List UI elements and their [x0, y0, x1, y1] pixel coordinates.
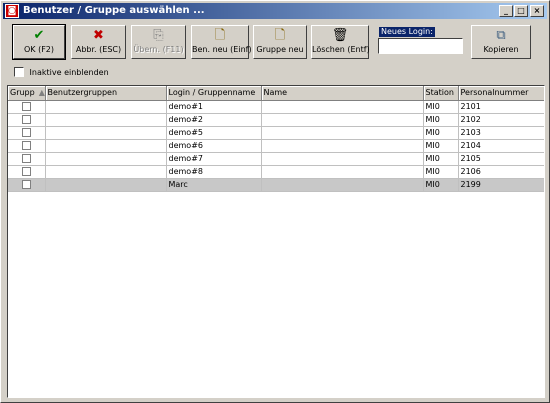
cell-personnel-number[interactable]: 2106 [458, 165, 544, 179]
cell-personnel-number[interactable]: 2101 [458, 100, 544, 114]
cell-name[interactable] [261, 139, 424, 153]
table-row[interactable]: Marc MI0 2199 [8, 178, 544, 192]
cancel-button[interactable]: ✖ Abbr. (ESC) [71, 25, 126, 59]
cell-usergroups[interactable] [45, 113, 167, 127]
cell-name[interactable] [261, 113, 424, 127]
cell-station[interactable]: MI0 [423, 139, 459, 153]
table-row[interactable]: demo#2 MI0 2102 [8, 113, 544, 127]
cell-station[interactable]: MI0 [423, 100, 459, 114]
maximize-button[interactable]: □ [514, 5, 528, 17]
column-header-login[interactable]: Login / Gruppenname [166, 86, 262, 101]
copy-button[interactable]: ⧉ Kopieren [471, 25, 531, 59]
group-checkbox[interactable] [8, 100, 46, 114]
group-checkbox[interactable] [8, 126, 46, 140]
transfer-icon: ⎘ [153, 28, 164, 43]
new-login-input[interactable] [378, 38, 463, 54]
column-header-station[interactable]: Station [423, 86, 459, 101]
group-checkbox-box[interactable] [21, 180, 31, 189]
cell-login[interactable]: demo#2 [166, 113, 262, 127]
column-header-group[interactable]: Grupp ▲ [8, 86, 46, 101]
cell-login[interactable]: Marc [166, 178, 262, 192]
column-header-name[interactable]: Name [261, 86, 424, 101]
dialog-window: ◙ Benutzer / Gruppe auswählen ... _ □ × … [0, 0, 550, 403]
cell-usergroups[interactable] [45, 126, 167, 140]
show-inactive-row: Inaktive einblenden [14, 67, 109, 79]
group-checkbox-box[interactable] [21, 102, 31, 111]
cell-station[interactable]: MI0 [423, 113, 459, 127]
ok-button[interactable]: ✔ OK (F2) [12, 24, 66, 60]
show-inactive-checkbox[interactable] [14, 67, 24, 77]
table-row[interactable]: demo#7 MI0 2105 [8, 152, 544, 166]
cross-icon: ✖ [93, 28, 104, 43]
transfer-button[interactable]: ⎘ Übern. (F11) [131, 25, 186, 59]
title-bar: ◙ Benutzer / Gruppe auswählen ... _ □ × [3, 3, 547, 19]
cell-name[interactable] [261, 178, 424, 192]
table-row[interactable]: demo#5 MI0 2103 [8, 126, 544, 140]
cell-usergroups[interactable] [45, 139, 167, 153]
checkmark-icon: ✔ [33, 28, 45, 43]
trash-icon: 🗑 [331, 28, 349, 43]
delete-button[interactable]: 🗑 Löschen (Entf) [311, 25, 370, 59]
new-login-label: Neues Login: [379, 27, 435, 37]
group-checkbox-box[interactable] [21, 167, 31, 176]
new-group-button[interactable]: 🗋 Gruppe neu [253, 25, 307, 59]
cell-login[interactable]: demo#1 [166, 100, 262, 114]
close-button[interactable]: × [530, 5, 544, 17]
cell-name[interactable] [261, 152, 424, 166]
cell-login[interactable]: demo#5 [166, 126, 262, 140]
cell-usergroups[interactable] [45, 178, 167, 192]
table-row[interactable]: demo#1 MI0 2101 [8, 100, 544, 114]
table-row[interactable]: demo#8 MI0 2106 [8, 165, 544, 179]
group-checkbox-box[interactable] [21, 128, 31, 137]
cell-station[interactable]: MI0 [423, 126, 459, 140]
show-inactive-label: Inaktive einblenden [29, 67, 109, 77]
new-document-icon: 🗋 [274, 28, 286, 43]
group-checkbox-box[interactable] [21, 154, 31, 163]
copy-users-icon: ⧉ [496, 28, 506, 43]
new-document-icon: 🗋 [214, 28, 226, 43]
sort-up-icon: ▲ [38, 88, 45, 98]
cell-usergroups[interactable] [45, 100, 167, 114]
cell-personnel-number[interactable]: 2102 [458, 113, 544, 127]
cell-personnel-number[interactable]: 2103 [458, 126, 544, 140]
new-user-button[interactable]: 🗋 Ben. neu (Einf) [191, 25, 252, 59]
cell-personnel-number[interactable]: 2105 [458, 152, 544, 166]
column-header-personnel-number[interactable]: Personalnummer [458, 86, 544, 101]
minimize-button[interactable]: _ [499, 5, 513, 17]
group-checkbox[interactable] [8, 113, 46, 127]
app-icon[interactable]: ◙ [5, 4, 19, 18]
group-checkbox-box[interactable] [21, 141, 31, 150]
group-checkbox-box[interactable] [21, 115, 31, 124]
group-checkbox[interactable] [8, 152, 46, 166]
cell-login[interactable]: demo#7 [166, 152, 262, 166]
users-table: Grupp ▲ Benutzergruppen Login / Gruppenna… [7, 85, 545, 398]
cell-usergroups[interactable] [45, 165, 167, 179]
group-checkbox[interactable] [8, 139, 46, 153]
table-header: Grupp ▲ Benutzergruppen Login / Gruppenna… [8, 86, 544, 101]
cell-name[interactable] [261, 165, 424, 179]
cell-personnel-number[interactable]: 2199 [458, 178, 544, 192]
cell-name[interactable] [261, 100, 424, 114]
cell-usergroups[interactable] [45, 152, 167, 166]
group-checkbox[interactable] [8, 165, 46, 179]
window-title: Benutzer / Gruppe auswählen ... [23, 5, 205, 16]
cell-login[interactable]: demo#6 [166, 139, 262, 153]
table-row[interactable]: demo#6 MI0 2104 [8, 139, 544, 153]
cell-station[interactable]: MI0 [423, 178, 459, 192]
cell-station[interactable]: MI0 [423, 152, 459, 166]
column-header-usergroups[interactable]: Benutzergruppen [45, 86, 167, 101]
group-checkbox[interactable] [8, 178, 46, 192]
cell-personnel-number[interactable]: 2104 [458, 139, 544, 153]
cell-login[interactable]: demo#8 [166, 165, 262, 179]
cell-name[interactable] [261, 126, 424, 140]
cell-station[interactable]: MI0 [423, 165, 459, 179]
